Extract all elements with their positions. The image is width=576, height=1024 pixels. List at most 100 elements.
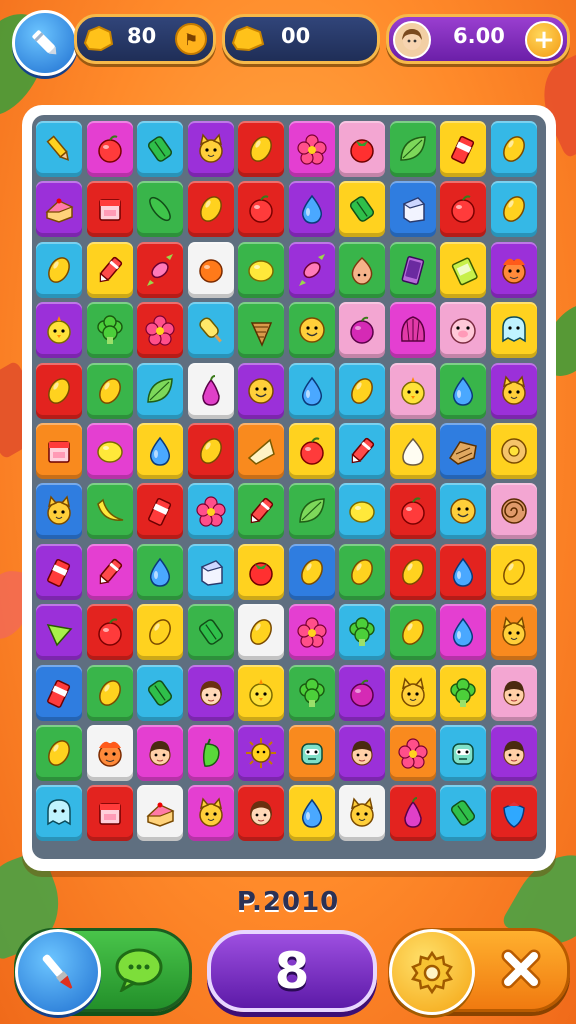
game-tile[interactable]	[339, 785, 385, 842]
game-tile[interactable]	[187, 724, 234, 781]
game-tile[interactable]	[187, 664, 234, 721]
game-tile[interactable]	[440, 483, 486, 540]
game-tile[interactable]	[238, 785, 284, 842]
game-tile[interactable]	[490, 724, 537, 781]
game-tile[interactable]	[137, 422, 183, 479]
game-tile[interactable]	[288, 724, 335, 781]
game-tile[interactable]	[36, 181, 82, 238]
game-tile[interactable]	[36, 604, 82, 661]
game-tile[interactable]	[490, 241, 537, 298]
game-tile[interactable]	[187, 483, 234, 540]
game-tile[interactable]	[440, 785, 486, 842]
game-tile[interactable]	[187, 181, 234, 238]
game-tile[interactable]	[440, 664, 486, 721]
game-tile[interactable]	[238, 604, 284, 661]
game-tile[interactable]	[490, 604, 537, 661]
game-tile[interactable]	[187, 302, 234, 359]
game-tile[interactable]	[187, 604, 234, 661]
game-tile[interactable]	[440, 181, 486, 238]
paint-brush-button[interactable]	[15, 929, 101, 1015]
game-tile[interactable]	[187, 362, 234, 419]
game-tile[interactable]	[86, 483, 133, 540]
game-tile[interactable]	[440, 362, 486, 419]
game-tile[interactable]	[187, 422, 234, 479]
game-tile[interactable]	[238, 724, 284, 781]
game-tile[interactable]	[339, 543, 385, 600]
game-tile[interactable]	[238, 422, 284, 479]
game-tile[interactable]	[137, 241, 183, 298]
game-tile[interactable]	[339, 724, 385, 781]
game-tile[interactable]	[137, 181, 183, 238]
game-tile[interactable]	[86, 181, 133, 238]
game-tile[interactable]	[187, 543, 234, 600]
game-tile[interactable]	[440, 604, 486, 661]
game-tile[interactable]	[36, 543, 82, 600]
game-tile[interactable]	[389, 302, 436, 359]
game-tile[interactable]	[288, 604, 335, 661]
game-tile[interactable]	[339, 181, 385, 238]
game-tile[interactable]	[389, 543, 436, 600]
game-tile[interactable]	[389, 664, 436, 721]
game-tile[interactable]	[86, 121, 133, 177]
game-tile[interactable]	[288, 664, 335, 721]
game-tile[interactable]	[137, 543, 183, 600]
game-tile[interactable]	[339, 362, 385, 419]
game-tile[interactable]	[36, 241, 82, 298]
game-tile[interactable]	[238, 181, 284, 238]
game-tile[interactable]	[490, 362, 537, 419]
game-tile[interactable]	[288, 543, 335, 600]
hint-button-group[interactable]	[14, 928, 192, 1015]
game-tile[interactable]	[490, 483, 537, 540]
game-tile[interactable]	[288, 362, 335, 419]
game-tile[interactable]	[490, 543, 537, 600]
game-tile[interactable]	[288, 241, 335, 298]
settings-button[interactable]	[389, 929, 475, 1015]
game-tile[interactable]	[490, 785, 537, 842]
game-tile[interactable]	[187, 241, 234, 298]
close-button[interactable]	[495, 943, 547, 995]
game-tile[interactable]	[137, 483, 183, 540]
game-tile[interactable]	[339, 241, 385, 298]
game-tile[interactable]	[490, 422, 537, 479]
game-tile[interactable]	[288, 302, 335, 359]
game-tile[interactable]	[86, 302, 133, 359]
game-tile[interactable]	[238, 302, 284, 359]
crayon-menu-button[interactable]	[12, 10, 78, 76]
game-tile[interactable]	[288, 121, 335, 177]
game-tile[interactable]	[389, 483, 436, 540]
game-tile[interactable]	[137, 121, 183, 177]
avatar[interactable]	[393, 21, 431, 59]
game-tile[interactable]	[389, 604, 436, 661]
game-tile[interactable]	[389, 362, 436, 419]
game-tile[interactable]	[137, 302, 183, 359]
game-tile[interactable]	[490, 664, 537, 721]
game-tile[interactable]	[137, 785, 183, 842]
game-tile[interactable]	[86, 664, 133, 721]
game-tile[interactable]	[86, 241, 133, 298]
game-tile[interactable]	[339, 604, 385, 661]
game-tile[interactable]	[137, 362, 183, 419]
game-tile[interactable]	[440, 543, 486, 600]
game-tile[interactable]	[389, 724, 436, 781]
game-tile[interactable]	[440, 724, 486, 781]
game-tile[interactable]	[187, 121, 234, 177]
game-tile[interactable]	[389, 785, 436, 842]
game-tile[interactable]	[36, 483, 82, 540]
game-tile[interactable]	[86, 422, 133, 479]
game-tile[interactable]	[86, 604, 133, 661]
game-tile[interactable]	[36, 785, 82, 842]
game-tile[interactable]	[288, 483, 335, 540]
game-tile[interactable]	[238, 664, 284, 721]
game-tile[interactable]	[339, 483, 385, 540]
game-tile[interactable]	[238, 241, 284, 298]
game-tile[interactable]	[339, 664, 385, 721]
game-tile[interactable]	[238, 121, 284, 177]
game-tile[interactable]	[137, 724, 183, 781]
add-coins-button[interactable]: +	[525, 21, 563, 59]
game-tile[interactable]	[490, 121, 537, 177]
game-tile[interactable]	[490, 181, 537, 238]
game-tile[interactable]	[187, 785, 234, 842]
game-tile[interactable]	[389, 181, 436, 238]
chat-button[interactable]	[113, 943, 165, 995]
game-tile[interactable]	[36, 724, 82, 781]
